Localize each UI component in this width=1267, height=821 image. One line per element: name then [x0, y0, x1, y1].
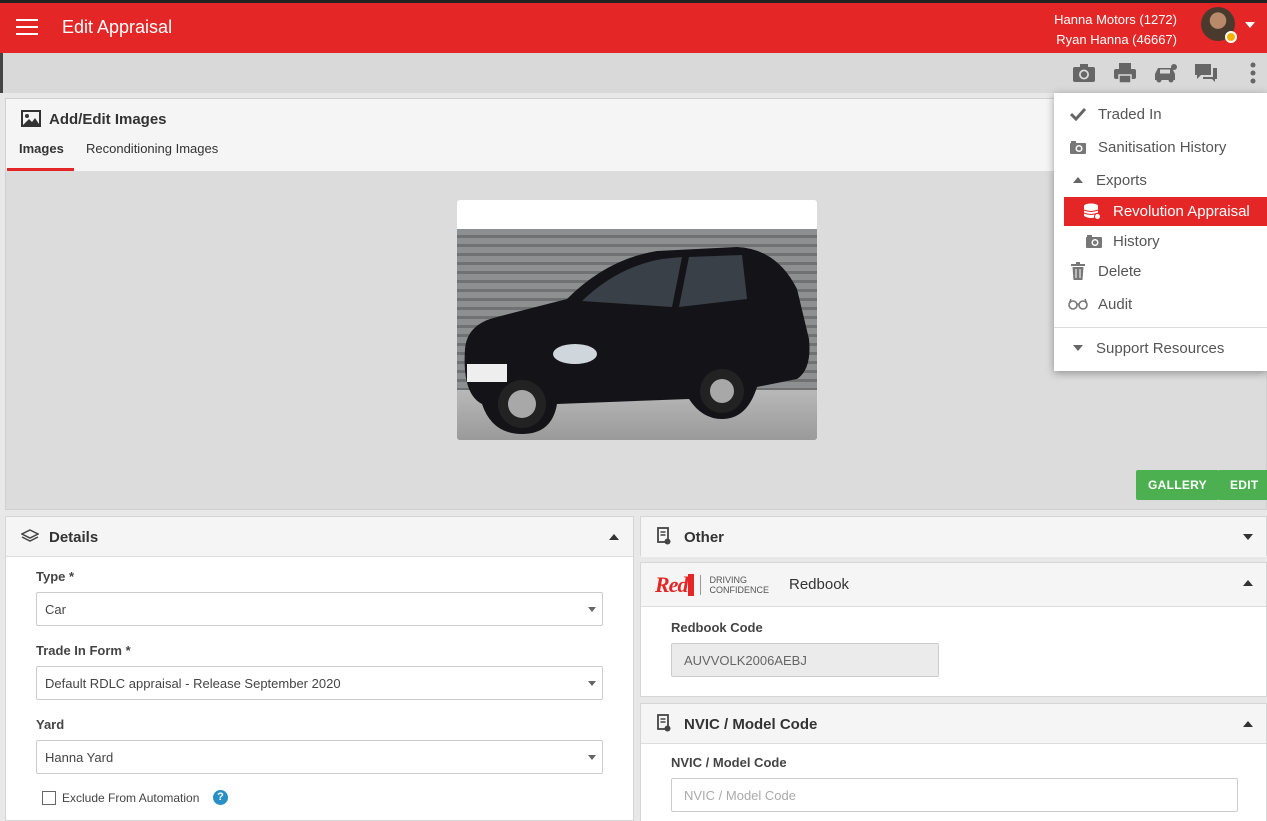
collapse-icon[interactable] — [1243, 721, 1253, 727]
gallery-button[interactable]: GALLERY — [1136, 470, 1219, 500]
avatar[interactable] — [1201, 7, 1237, 43]
document-icon — [657, 527, 671, 550]
nvic-label: NVIC / Model Code — [671, 755, 787, 770]
camera-history-icon — [1068, 137, 1088, 157]
details-header[interactable]: Details — [6, 517, 633, 557]
image-icon — [21, 110, 41, 132]
menu-item-support-resources[interactable]: Support Resources — [1054, 333, 1267, 363]
menu-item-revolution-appraisal[interactable]: Revolution Appraisal — [1064, 197, 1267, 226]
more-actions-menu: Traded In Sanitisation History Exports R… — [1054, 93, 1267, 371]
redbook-panel: Red DRIVING CONFIDENCE Redbook Redbook Co… — [640, 562, 1267, 697]
menu-divider — [1054, 327, 1267, 328]
menu-item-exports[interactable]: Exports — [1054, 165, 1267, 195]
tab-reconditioning-images[interactable]: Reconditioning Images — [86, 139, 218, 171]
account-info: Hanna Motors (1272) Ryan Hanna (46667) — [1054, 10, 1177, 50]
chevron-down-icon — [588, 607, 596, 612]
other-title: Other — [684, 529, 725, 546]
redbook-header[interactable]: Red DRIVING CONFIDENCE Redbook — [641, 563, 1266, 607]
redbook-title: Redbook — [789, 576, 850, 593]
trade-in-form-select[interactable]: Default RDLC appraisal - Release Septemb… — [36, 666, 603, 700]
caret-down-icon — [1068, 338, 1088, 358]
nvic-panel: NVIC / Model Code NVIC / Model Code — [640, 703, 1267, 821]
collapse-icon[interactable] — [1243, 580, 1253, 586]
details-panel: Details Type * Car Trade In Form * Defau… — [5, 516, 634, 821]
yard-select[interactable]: Hanna Yard — [36, 740, 603, 774]
page-title: Edit Appraisal — [62, 17, 173, 37]
trade-in-form-label: Trade In Form * — [36, 643, 131, 658]
help-icon[interactable]: ? — [213, 790, 228, 805]
caret-up-icon — [1068, 170, 1088, 190]
dealer-name: Hanna Motors (1272) — [1054, 12, 1177, 27]
nvic-header[interactable]: NVIC / Model Code — [641, 704, 1266, 744]
vehicle-image — [457, 229, 817, 440]
other-panel[interactable]: Other — [640, 516, 1267, 557]
exclude-from-automation-checkbox[interactable] — [42, 791, 56, 805]
chevron-down-icon — [588, 681, 596, 686]
menu-item-traded-in[interactable]: Traded In — [1054, 99, 1267, 129]
exclude-from-automation-label: Exclude From Automation — [62, 791, 200, 805]
type-select[interactable]: Car — [36, 592, 603, 626]
redbook-code-field: AUVVOLK2006AEBJ — [671, 643, 939, 677]
trash-icon — [1068, 261, 1088, 281]
nvic-input[interactable] — [671, 778, 1238, 812]
collapse-icon[interactable] — [609, 534, 619, 540]
account-dropdown-icon[interactable] — [1245, 22, 1255, 28]
nvic-title: NVIC / Model Code — [684, 716, 818, 733]
expand-icon[interactable] — [1243, 534, 1253, 540]
database-icon — [1082, 202, 1102, 222]
glasses-icon — [1068, 294, 1088, 314]
document-icon — [657, 714, 671, 737]
redbook-code-label: Redbook Code — [671, 620, 763, 635]
check-icon — [1068, 104, 1088, 124]
type-label: Type * — [36, 569, 75, 584]
details-title: Details — [49, 529, 99, 546]
images-title: Add/Edit Images — [49, 111, 167, 128]
chat-icon[interactable] — [1193, 62, 1219, 84]
redbook-logo: Red DRIVING CONFIDENCE — [655, 572, 769, 597]
menu-item-history[interactable]: History — [1054, 226, 1267, 256]
tab-images[interactable]: Images — [7, 139, 74, 171]
status-dot — [1225, 31, 1237, 43]
camera-history-icon — [1084, 231, 1104, 251]
edit-button[interactable]: EDIT — [1218, 470, 1267, 500]
chevron-down-icon — [588, 755, 596, 760]
camera-icon[interactable] — [1071, 62, 1097, 84]
hamburger-menu-icon[interactable] — [16, 19, 38, 35]
menu-item-sanitisation-history[interactable]: Sanitisation History — [1054, 132, 1267, 162]
yard-label: Yard — [36, 717, 65, 732]
app-header: Edit Appraisal Hanna Motors (1272) Ryan … — [0, 0, 1267, 53]
more-vert-icon[interactable] — [1240, 62, 1266, 84]
layers-icon — [20, 529, 40, 548]
print-icon[interactable] — [1112, 62, 1138, 84]
car-icon[interactable] — [1152, 62, 1178, 84]
menu-item-delete[interactable]: Delete — [1054, 256, 1267, 286]
vehicle-photo[interactable] — [457, 200, 817, 440]
menu-item-audit[interactable]: Audit — [1054, 289, 1267, 319]
user-name: Ryan Hanna (46667) — [1056, 32, 1177, 47]
action-toolbar — [0, 53, 1267, 93]
